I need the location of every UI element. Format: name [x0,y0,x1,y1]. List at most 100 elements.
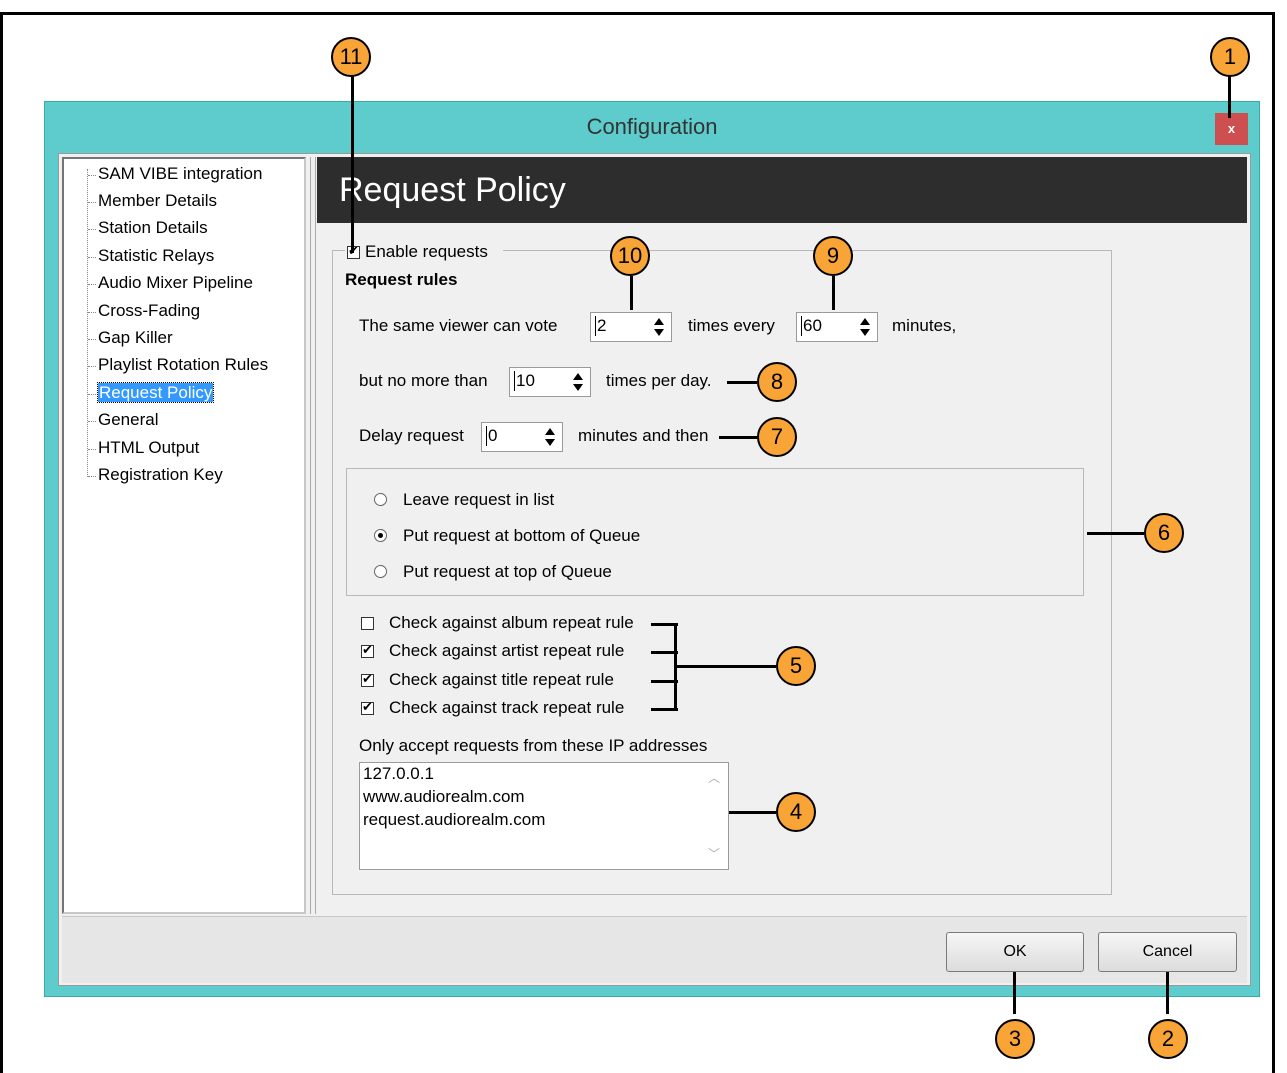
tree-item-playlist-rotation-rules[interactable]: Playlist Rotation Rules [88,355,269,375]
callout-10: 10 [610,236,650,276]
spinner-arrows-icon[interactable] [650,317,668,337]
bottom-of-queue-radio[interactable] [374,529,387,542]
delay-prefix-label: Delay request [359,426,464,445]
vote-minutes-spinner[interactable]: 60 [796,312,878,342]
top-of-queue-radio[interactable] [374,565,387,578]
title-repeat-label[interactable]: Check against title repeat rule [389,670,614,690]
daily-limit-spinner[interactable]: 10 [509,367,591,397]
leave-request-radio[interactable] [374,493,387,506]
callout-11: 11 [331,37,371,77]
tree-item-statistic-relays[interactable]: Statistic Relays [88,246,215,266]
tree-item-label: SAM VIBE integration [98,164,263,183]
tree-item-request-policy[interactable]: Request Policy [88,382,215,403]
vote-middle-label: times every [688,316,775,335]
request-rules-title: Request rules [345,270,458,289]
tree-item-station-details[interactable]: Station Details [88,218,208,238]
title-repeat-checkbox[interactable] [361,671,374,687]
tree-item-audio-mixer-pipeline[interactable]: Audio Mixer Pipeline [88,273,253,293]
callout-8: 8 [757,362,797,402]
limit-suffix-label: times per day. [606,371,712,390]
callout-line [719,436,757,439]
callout-line [727,381,757,384]
tree-item-label: Audio Mixer Pipeline [98,273,253,292]
tree-item-label: Cross-Fading [98,301,201,320]
tree-item-label: General [98,410,159,429]
tree-item-cross-fading[interactable]: Cross-Fading [88,301,201,321]
configuration-dialog: Configuration x SAM VIBE integration Mem… [44,101,1260,997]
dialog-client-area: SAM VIBE integration Member Details Stat… [58,153,1251,986]
callout-line [729,811,776,814]
tree-item-html-output[interactable]: HTML Output [88,438,200,458]
vote-prefix-label: The same viewer can vote [359,316,558,335]
callout-5: 5 [776,646,816,686]
callout-4: 4 [776,792,816,832]
daily-limit-value[interactable]: 10 [514,371,535,391]
tree-item-label: Playlist Rotation Rules [98,355,269,374]
track-repeat-label[interactable]: Check against track repeat rule [389,698,624,718]
callout-line [832,276,835,310]
tree-connector-line [87,169,88,477]
bottom-of-queue-label[interactable]: Put request at bottom of Queue [403,526,640,546]
enable-requests-label: Enable requests [365,242,488,261]
scroll-down-icon[interactable]: ﹀ [708,845,720,862]
delay-value[interactable]: 0 [486,426,497,446]
ip-list-label: Only accept requests from these IP addre… [359,736,708,755]
splitter[interactable] [310,157,316,914]
ip-line: 127.0.0.1 [363,764,434,783]
ok-button[interactable]: OK [946,932,1084,972]
callout-3: 3 [995,1019,1035,1059]
tree-item-member-details[interactable]: Member Details [88,191,218,211]
spinner-arrows-icon[interactable] [569,372,587,392]
album-repeat-checkbox[interactable] [361,617,374,630]
tree-item-gap-killer[interactable]: Gap Killer [88,328,173,348]
track-repeat-checkbox[interactable] [361,699,374,715]
vote-count-value[interactable]: 2 [595,316,606,336]
settings-tree[interactable]: SAM VIBE integration Member Details Stat… [62,157,306,914]
ip-line: www.audiorealm.com [363,787,525,806]
vote-minutes-value[interactable]: 60 [801,316,822,336]
tree-item-label: Request Policy [96,382,215,403]
artist-repeat-checkbox[interactable] [361,642,374,658]
callout-7: 7 [757,417,797,457]
tree-item-label: Registration Key [98,465,223,484]
spinner-arrows-icon[interactable] [541,427,559,447]
cancel-button[interactable]: Cancel [1098,932,1237,972]
delay-suffix-label: minutes and then [578,426,709,445]
callout-line [1228,76,1231,118]
dialog-footer: OK Cancel [62,916,1247,983]
spinner-arrows-icon[interactable] [856,317,874,337]
callout-line [1166,972,1169,1014]
callout-9: 9 [813,236,853,276]
callout-2: 2 [1148,1019,1188,1059]
tree-item-general[interactable]: General [88,410,159,430]
scroll-up-icon[interactable]: ︿ [708,769,720,786]
ip-address-list[interactable]: 127.0.0.1 www.audiorealm.com request.aud… [359,762,729,870]
enable-requests-row[interactable]: Enable requests [345,241,503,263]
tree-item-registration-key[interactable]: Registration Key [88,465,223,485]
callout-line [676,665,776,668]
page-title: Request Policy [317,157,1247,223]
limit-prefix-label: but no more than [359,371,488,390]
leave-request-label[interactable]: Leave request in list [403,490,554,510]
window-title: Configuration [586,114,718,139]
ip-line: request.audiorealm.com [363,810,546,829]
tree-item-label: Station Details [98,218,208,237]
vote-suffix-label: minutes, [892,316,957,335]
top-of-queue-label[interactable]: Put request at top of Queue [403,562,612,582]
callout-6: 6 [1144,513,1184,553]
callout-line [1087,532,1144,535]
callout-line [1013,972,1016,1014]
callout-line [630,276,633,310]
tree-item-label: Gap Killer [98,328,173,347]
delay-spinner[interactable]: 0 [481,422,563,452]
callout-line [351,75,354,253]
tree-item-sam-vibe-integration[interactable]: SAM VIBE integration [88,164,263,184]
artist-repeat-label[interactable]: Check against artist repeat rule [389,641,624,661]
album-repeat-label[interactable]: Check against album repeat rule [389,613,634,633]
tree-item-label: Member Details [98,191,218,210]
vote-count-spinner[interactable]: 2 [590,312,672,342]
close-button[interactable]: x [1215,113,1248,145]
callout-1: 1 [1210,37,1250,77]
tree-item-label: HTML Output [98,438,200,457]
tree-item-label: Statistic Relays [98,246,215,265]
